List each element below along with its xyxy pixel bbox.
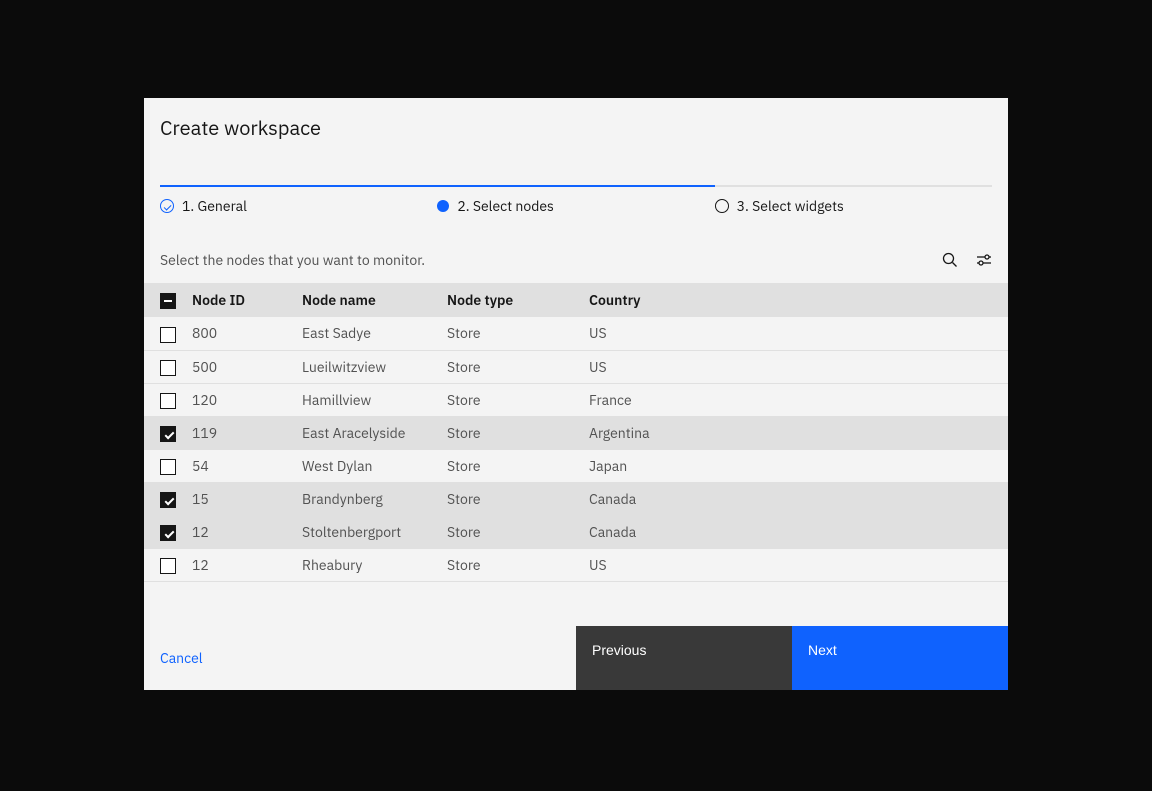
cell-country: Canada xyxy=(589,515,1008,548)
cancel-label: Cancel xyxy=(160,649,203,667)
row-checkbox[interactable] xyxy=(160,327,176,343)
cell-node-type: Store xyxy=(447,515,589,548)
select-all-checkbox[interactable] xyxy=(160,293,176,309)
column-header-name[interactable]: Node name xyxy=(302,283,447,317)
previous-label: Previous xyxy=(592,642,646,658)
cell-country: US xyxy=(589,350,1008,383)
row-checkbox[interactable] xyxy=(160,426,176,442)
table-row[interactable]: 800East SadyeStoreUS xyxy=(144,317,1008,350)
cell-node-name: Brandynberg xyxy=(302,482,447,515)
step-select-nodes[interactable]: 2. Select nodes xyxy=(437,197,714,215)
cell-country: Argentina xyxy=(589,416,1008,449)
previous-button[interactable]: Previous xyxy=(576,626,792,690)
progress-indicator: 1. General 2. Select nodes 3. Select wid… xyxy=(144,185,1008,215)
row-checkbox[interactable] xyxy=(160,492,176,508)
step-label: 2. Select nodes xyxy=(457,197,554,215)
current-step-icon xyxy=(437,200,449,212)
create-workspace-modal: Create workspace 1. General 2. Select no… xyxy=(144,98,1008,690)
next-button[interactable]: Next xyxy=(792,626,1008,690)
cell-node-id: 500 xyxy=(192,350,302,383)
cell-node-id: 12 xyxy=(192,515,302,548)
cell-node-name: West Dylan xyxy=(302,449,447,482)
cell-node-name: Lueilwitzview xyxy=(302,350,447,383)
cell-node-type: Store xyxy=(447,548,589,581)
table-header-row: Node ID Node name Node type Country xyxy=(144,283,1008,317)
cell-node-id: 119 xyxy=(192,416,302,449)
cell-node-name: East Sadye xyxy=(302,317,447,350)
progress-bar-fill xyxy=(160,185,715,187)
cell-node-name: Stoltenbergport xyxy=(302,515,447,548)
cell-node-type: Store xyxy=(447,317,589,350)
settings-adjust-icon[interactable] xyxy=(976,252,992,268)
cell-country: US xyxy=(589,317,1008,350)
modal-title: Create workspace xyxy=(160,114,992,141)
cell-node-name: Hamillview xyxy=(302,383,447,416)
row-checkbox[interactable] xyxy=(160,558,176,574)
column-header-country[interactable]: Country xyxy=(589,283,1008,317)
cell-node-name: Rheabury xyxy=(302,548,447,581)
table-row[interactable]: 12StoltenbergportStoreCanada xyxy=(144,515,1008,548)
step-select-widgets[interactable]: 3. Select widgets xyxy=(715,197,992,215)
table-row[interactable]: 15BrandynbergStoreCanada xyxy=(144,482,1008,515)
cancel-button[interactable]: Cancel xyxy=(144,626,576,690)
circle-outline-icon xyxy=(715,199,729,213)
cell-country: US xyxy=(589,548,1008,581)
step-general[interactable]: 1. General xyxy=(160,197,437,215)
cell-node-type: Store xyxy=(447,416,589,449)
cell-country: Canada xyxy=(589,482,1008,515)
row-checkbox[interactable] xyxy=(160,459,176,475)
cell-node-id: 120 xyxy=(192,383,302,416)
cell-country: France xyxy=(589,383,1008,416)
row-checkbox[interactable] xyxy=(160,525,176,541)
modal-footer: Cancel Previous Next xyxy=(144,626,1008,690)
row-checkbox[interactable] xyxy=(160,393,176,409)
step-label: 1. General xyxy=(182,197,247,215)
table-toolbar xyxy=(942,252,992,268)
column-header-type[interactable]: Node type xyxy=(447,283,589,317)
progress-bar xyxy=(160,185,992,187)
cell-node-id: 12 xyxy=(192,548,302,581)
table-row[interactable]: 120HamillviewStoreFrance xyxy=(144,383,1008,416)
search-icon[interactable] xyxy=(942,252,958,268)
cell-node-type: Store xyxy=(447,482,589,515)
table-row[interactable]: 500LueilwitzviewStoreUS xyxy=(144,350,1008,383)
cell-node-type: Store xyxy=(447,449,589,482)
table-row[interactable]: 54West DylanStoreJapan xyxy=(144,449,1008,482)
table-row[interactable]: 12RheaburyStoreUS xyxy=(144,548,1008,581)
cell-node-id: 800 xyxy=(192,317,302,350)
wizard-steps: 1. General 2. Select nodes 3. Select wid… xyxy=(160,197,992,215)
table-row[interactable]: 119East AracelysideStoreArgentina xyxy=(144,416,1008,449)
cell-node-id: 54 xyxy=(192,449,302,482)
cell-node-name: East Aracelyside xyxy=(302,416,447,449)
cell-country: Japan xyxy=(589,449,1008,482)
cell-node-type: Store xyxy=(447,350,589,383)
cell-node-id: 15 xyxy=(192,482,302,515)
modal-header: Create workspace xyxy=(144,98,1008,141)
check-circle-icon xyxy=(160,199,174,213)
nodes-table: Node ID Node name Node type Country 800E… xyxy=(144,283,1008,582)
step-label: 3. Select widgets xyxy=(737,197,844,215)
column-header-id[interactable]: Node ID xyxy=(192,283,302,317)
instruction-row: Select the nodes that you want to monito… xyxy=(144,251,1008,269)
row-checkbox[interactable] xyxy=(160,360,176,376)
next-label: Next xyxy=(808,642,837,658)
cell-node-type: Store xyxy=(447,383,589,416)
instruction-text: Select the nodes that you want to monito… xyxy=(160,251,425,269)
